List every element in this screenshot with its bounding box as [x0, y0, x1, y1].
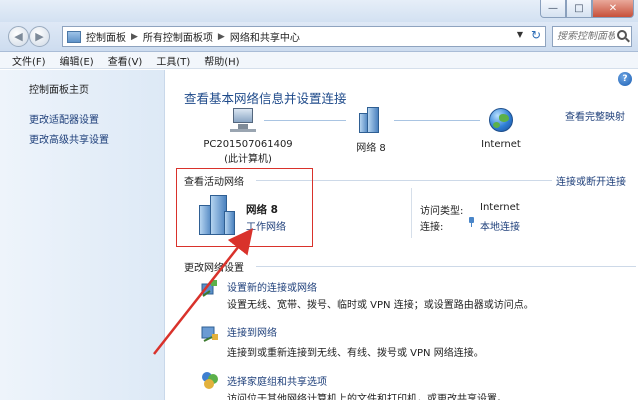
- map-node-computer: PC201507061409 (此计算机): [202, 139, 294, 165]
- computer-icon[interactable]: [230, 108, 256, 132]
- close-button[interactable]: ✕: [592, 0, 634, 18]
- homegroup-icon[interactable]: [200, 370, 220, 390]
- page-title: 查看基本网络信息并设置连接: [184, 91, 347, 106]
- forward-button[interactable]: ▶: [29, 26, 50, 47]
- breadcrumb-all-items[interactable]: 所有控制面板项: [143, 29, 213, 44]
- breadcrumb-network-center[interactable]: 网络和共享中心: [230, 29, 300, 44]
- minimize-button[interactable]: —: [540, 0, 566, 18]
- menu-view[interactable]: 查看(V): [108, 53, 143, 68]
- breadcrumb-separator[interactable]: ▶: [131, 32, 138, 42]
- computer-subtitle: (此计算机): [224, 154, 272, 165]
- change-advanced-sharing-link[interactable]: 更改高级共享设置: [29, 131, 109, 146]
- menu-help[interactable]: 帮助(H): [204, 53, 239, 68]
- back-button[interactable]: ◀: [8, 26, 29, 47]
- local-connection-icon: [468, 217, 475, 227]
- change-settings-heading: 更改网络设置: [184, 263, 244, 274]
- refresh-icon[interactable]: ↻: [531, 28, 541, 42]
- access-type-label: 访问类型:: [420, 206, 464, 217]
- connection-label: 连接:: [420, 222, 444, 233]
- menu-bar: 文件(F) 编辑(E) 查看(V) 工具(T) 帮助(H): [0, 52, 638, 69]
- search-icon[interactable]: [617, 30, 627, 40]
- search-box[interactable]: [552, 26, 632, 47]
- breadcrumb-separator[interactable]: ▶: [218, 32, 225, 42]
- connect-to-network-link[interactable]: 连接到网络: [227, 324, 277, 339]
- map-connector-line: [264, 120, 346, 121]
- control-panel-home-link[interactable]: 控制面板主页: [29, 81, 89, 96]
- setup-new-connection-link[interactable]: 设置新的连接或网络: [227, 279, 317, 294]
- local-connection-link[interactable]: 本地连接: [480, 218, 520, 233]
- computer-name: PC201507061409: [203, 139, 293, 150]
- menu-file[interactable]: 文件(F): [12, 53, 46, 68]
- control-panel-icon: [67, 30, 81, 43]
- connect-to-network-desc: 连接到或重新连接到无线、有线、拨号或 VPN 网络连接。: [227, 348, 484, 359]
- address-bar[interactable]: 控制面板 ▶ 所有控制面板项 ▶ 网络和共享中心 ▼ ↻: [62, 26, 546, 47]
- search-input[interactable]: [557, 31, 615, 42]
- map-connector-line: [394, 120, 480, 121]
- view-full-map-link[interactable]: 查看完整映射: [565, 108, 625, 123]
- internet-globe-icon[interactable]: [489, 108, 513, 132]
- new-connection-icon[interactable]: [200, 278, 220, 298]
- access-type-value: Internet: [480, 202, 520, 213]
- section-divider: [256, 266, 636, 267]
- change-adapter-settings-link[interactable]: 更改适配器设置: [29, 111, 99, 126]
- navigation-bar: ◀ ▶ 控制面板 ▶ 所有控制面板项 ▶ 网络和共享中心 ▼ ↻: [0, 22, 638, 52]
- vertical-divider: [411, 188, 412, 238]
- network-icon[interactable]: [359, 107, 383, 133]
- menu-edit[interactable]: 编辑(E): [60, 53, 94, 68]
- map-node-network: 网络 8: [356, 143, 386, 154]
- maximize-button[interactable]: □: [566, 0, 592, 18]
- title-bar: — □ ✕: [0, 0, 638, 22]
- connect-disconnect-link[interactable]: 连接或断开连接: [556, 173, 626, 188]
- breadcrumb-control-panel[interactable]: 控制面板: [86, 29, 126, 44]
- menu-tools[interactable]: 工具(T): [156, 53, 190, 68]
- homegroup-sharing-desc: 访问位于其他网络计算机上的文件和打印机，或更改共享设置。: [227, 394, 507, 400]
- help-icon[interactable]: ?: [618, 72, 632, 86]
- map-node-internet: Internet: [481, 139, 521, 150]
- annotation-highlight-box: [176, 168, 313, 247]
- window-controls: — □ ✕: [540, 0, 634, 18]
- left-pane: 控制面板主页 更改适配器设置 更改高级共享设置: [0, 70, 165, 400]
- connect-network-icon[interactable]: [200, 323, 220, 343]
- homegroup-sharing-link[interactable]: 选择家庭组和共享选项: [227, 373, 327, 388]
- address-dropdown-icon[interactable]: ▼: [517, 30, 523, 39]
- setup-new-connection-desc: 设置无线、宽带、拨号、临时或 VPN 连接；或设置路由器或访问点。: [227, 300, 534, 311]
